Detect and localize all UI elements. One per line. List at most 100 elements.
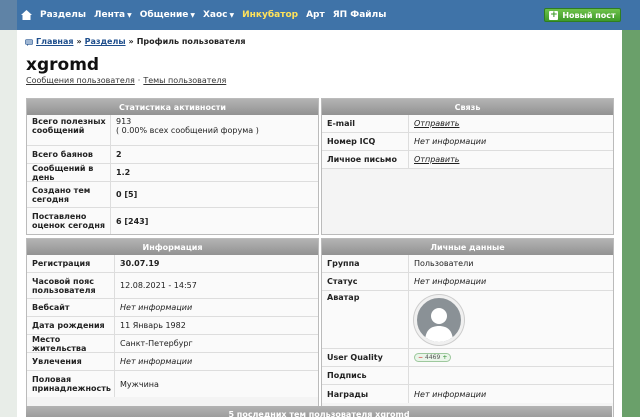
user-quality-value: 4469 xyxy=(425,354,441,361)
info-label: Часовой пояс пользователя xyxy=(27,273,115,298)
nav-item-lenta[interactable]: Лента ▼ xyxy=(94,10,132,20)
new-post-label: Новый пост xyxy=(562,10,616,20)
personal-label: Награды xyxy=(322,385,409,403)
nav-item-obshchenie[interactable]: Общение ▼ xyxy=(140,10,195,20)
panel-header: Информация xyxy=(27,239,318,255)
forum-icon xyxy=(25,38,33,46)
personal-value: Нет информации xyxy=(414,277,487,286)
breadcrumb: Главная » Разделы » Профиль пользователя xyxy=(25,37,246,46)
quality-minus-button[interactable]: − xyxy=(418,354,423,361)
nav-item-art[interactable]: Арт xyxy=(306,10,325,20)
recent-topics-header: 5 последних тем пользователя xgromd xyxy=(26,406,612,417)
info-label: Половая принадлежность xyxy=(27,371,115,397)
info-row: Увлечения Нет информации xyxy=(27,353,318,371)
left-frame xyxy=(0,30,17,417)
info-label: Место жительства xyxy=(27,335,115,353)
stat-label: Сообщений в день xyxy=(27,164,111,182)
posts-percent: ( 0.00% всех сообщений форума ) xyxy=(116,126,259,135)
info-row: Вебсайт Нет информации xyxy=(27,299,318,317)
caret-down-icon: ▼ xyxy=(229,11,235,19)
nav-item-khaos[interactable]: Хаос ▼ xyxy=(203,10,234,20)
stat-row: Поставлено оценок сегодня 6 [243] xyxy=(27,208,318,234)
personal-row: Аватар xyxy=(322,291,613,349)
user-topics-link[interactable]: Темы пользователя xyxy=(143,76,226,85)
contact-row: E-mail Отправить xyxy=(322,115,613,133)
avatar xyxy=(414,295,464,345)
stat-label: Создано тем сегодня xyxy=(27,182,111,207)
email-send-link[interactable]: Отправить xyxy=(409,115,463,132)
info-row: Половая принадлежность Мужчина xyxy=(27,371,318,397)
breadcrumb-section-link[interactable]: Разделы xyxy=(85,37,126,46)
top-navigation-bar: Разделы Лента ▼ Общение ▼ Хаос ▼ Инкубатор … xyxy=(0,0,640,30)
info-value: 30.07.19 xyxy=(120,259,160,268)
info-value: Мужчина xyxy=(120,379,159,389)
window-edge xyxy=(0,0,17,30)
info-row: Место жительства Санкт-Петербург xyxy=(27,335,318,353)
contact-label: Номер ICQ xyxy=(322,133,409,150)
new-post-button[interactable]: + Новый пост xyxy=(544,8,621,22)
nav-label: Разделы xyxy=(40,10,87,20)
home-icon[interactable] xyxy=(20,9,33,21)
contact-label: Личное письмо xyxy=(322,151,409,168)
nav-label: Общение xyxy=(139,10,189,20)
breadcrumb-home-link[interactable]: Главная xyxy=(36,37,73,46)
stat-label: Всего баянов xyxy=(27,146,111,163)
personal-data-panel: Личные данные Группа Пользователи Статус… xyxy=(321,238,614,417)
caret-down-icon: ▼ xyxy=(190,11,195,19)
breadcrumb-separator: » xyxy=(128,37,134,46)
stat-value: 913 ( 0.00% всех сообщений форума ) xyxy=(111,115,263,145)
nav-label: Лента xyxy=(94,10,126,20)
info-label: Увлечения xyxy=(27,353,115,370)
quality-plus-button[interactable]: + xyxy=(442,354,447,361)
personal-row: Подпись xyxy=(322,367,613,385)
panel-header: Статистика активности xyxy=(27,99,318,115)
breadcrumb-separator: » xyxy=(76,37,82,46)
personal-label: User Quality xyxy=(322,349,409,366)
stat-value: 1.2 xyxy=(116,168,131,177)
personal-label: Аватар xyxy=(322,291,409,348)
stat-label: Поставлено оценок сегодня xyxy=(27,208,111,234)
stat-label: Всего полезных сообщений xyxy=(27,115,111,145)
avatar-cell xyxy=(409,291,468,348)
nav-label: Инкубатор xyxy=(242,10,299,20)
contact-panel: Связь E-mail Отправить Номер ICQ Нет инф… xyxy=(321,98,614,235)
info-value: 11 Январь 1982 xyxy=(120,321,186,330)
caret-down-icon: ▼ xyxy=(127,11,132,19)
contact-row: Личное письмо Отправить xyxy=(322,151,613,169)
user-quality-cell: − 4469 + xyxy=(409,349,455,366)
stat-row: Всего полезных сообщений 913 ( 0.00% все… xyxy=(27,115,318,146)
nav-item-inkubator[interactable]: Инкубатор xyxy=(242,10,298,20)
personal-label: Подпись xyxy=(322,367,409,384)
user-quality-badge: − 4469 + xyxy=(414,353,452,362)
info-row: Регистрация 30.07.19 xyxy=(27,255,318,273)
info-value: Санкт-Петербург xyxy=(120,339,193,348)
personal-value xyxy=(409,367,418,384)
stat-value: 2 xyxy=(116,150,122,159)
page-title: xgromd xyxy=(26,55,100,75)
info-value: Нет информации xyxy=(120,303,193,312)
panel-header: Личные данные xyxy=(322,239,613,255)
breadcrumb-current: Профиль пользователя xyxy=(136,37,246,46)
personal-row: Статус Нет информации xyxy=(322,273,613,291)
personal-label: Статус xyxy=(322,273,409,290)
info-value: 12.08.2021 - 14:57 xyxy=(120,281,197,290)
right-frame xyxy=(622,30,640,417)
contact-value: Нет информации xyxy=(414,137,487,146)
nav-label: ЯП Файлы xyxy=(332,10,387,20)
information-panel: Информация Регистрация 30.07.19 Часовой … xyxy=(26,238,319,417)
stat-value: 6 [243] xyxy=(116,216,149,226)
contact-row: Номер ICQ Нет информации xyxy=(322,133,613,151)
nav-label: Хаос xyxy=(202,10,228,20)
profile-links: Сообщения пользователя · Темы пользовате… xyxy=(26,76,226,85)
stat-row: Сообщений в день 1.2 xyxy=(27,164,318,182)
nav-item-razdely[interactable]: Разделы xyxy=(40,10,86,20)
user-silhouette-icon xyxy=(425,308,453,342)
link-separator: · xyxy=(137,76,141,85)
info-label: Регистрация xyxy=(27,255,115,272)
info-row: Дата рождения 11 Январь 1982 xyxy=(27,317,318,335)
private-message-link[interactable]: Отправить xyxy=(409,151,463,168)
nav-item-files[interactable]: ЯП Файлы xyxy=(333,10,387,20)
user-posts-link[interactable]: Сообщения пользователя xyxy=(26,76,135,85)
personal-label: Группа xyxy=(322,255,409,272)
plus-icon: + xyxy=(549,9,559,20)
